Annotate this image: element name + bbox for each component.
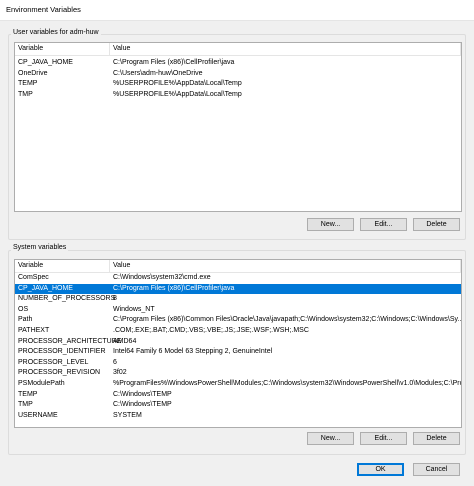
variable-name-cell: ComSpec <box>18 274 49 281</box>
table-row[interactable]: PSModulePath %ProgramFiles%\WindowsPowerS… <box>15 379 461 390</box>
table-row[interactable]: OneDrive C:\Users\adm-huw\OneDrive <box>15 69 461 80</box>
variable-name-cell: PSModulePath <box>18 379 65 387</box>
table-row[interactable]: PROCESSOR_LEVEL 6 <box>15 358 461 369</box>
cancel-button[interactable]: Cancel <box>413 463 460 476</box>
table-row[interactable]: TEMP %USERPROFILE%\AppData\Local\Temp <box>15 79 461 90</box>
system-variables-list[interactable]: Variable Value ComSpec C:\Windows\system3… <box>14 259 462 428</box>
variable-name-cell: PROCESSOR_LEVEL <box>18 358 89 366</box>
variable-name-cell: TMP <box>18 401 33 409</box>
system-edit-button[interactable]: Edit... <box>360 432 407 445</box>
variable-value-cell: Windows_NT <box>113 305 155 313</box>
variable-value-cell: C:\Program Files (x86)\Common Files\Orac… <box>113 316 462 324</box>
table-row[interactable]: PROCESSOR_IDENTIFIER Intel64 Family 6 Mod… <box>15 347 461 358</box>
variable-value-cell: 3f02 <box>113 369 127 377</box>
table-row[interactable]: TEMP C:\Windows\TEMP <box>15 390 461 401</box>
variable-name-cell: CP_JAVA_HOME <box>18 284 73 292</box>
system-value-column-header[interactable]: Value <box>110 260 461 272</box>
variable-value-cell: C:\Program Files (x86)\CellProfiler\java <box>113 284 235 292</box>
user-value-column-header[interactable]: Value <box>110 43 461 55</box>
variable-value-cell: C:\Program Files (x86)\CellProfiler\java <box>113 59 235 66</box>
user-new-button[interactable]: New... <box>307 218 354 231</box>
ok-button[interactable]: OK <box>357 463 404 476</box>
system-variables-label: System variables <box>11 244 69 251</box>
variable-name-cell: TMP <box>18 90 33 98</box>
table-row[interactable]: PROCESSOR_REVISION 3f02 <box>15 368 461 379</box>
variable-name-cell: USERNAME <box>18 411 58 419</box>
variable-name-cell: PROCESSOR_REVISION <box>18 369 101 377</box>
variable-value-cell: SYSTEM <box>113 411 142 419</box>
user-variable-column-header[interactable]: Variable <box>15 43 110 55</box>
user-edit-button[interactable]: Edit... <box>360 218 407 231</box>
table-row[interactable]: CP_JAVA_HOME C:\Program Files (x86)\CellP… <box>15 58 461 69</box>
variable-value-cell: %USERPROFILE%\AppData\Local\Temp <box>113 80 242 88</box>
variable-value-cell: 6 <box>113 358 117 366</box>
table-row[interactable]: OS Windows_NT <box>15 305 461 316</box>
variable-name-cell: OS <box>18 305 29 313</box>
table-row[interactable]: PATHEXT .COM;.EXE;.BAT;.CMD;.VBS;.VBE;.JS… <box>15 326 461 337</box>
variable-name-cell: OneDrive <box>18 69 48 77</box>
variable-name-cell: Path <box>18 316 33 324</box>
table-row[interactable]: NUMBER_OF_PROCESSORS 8 <box>15 294 461 305</box>
variable-name-cell: PROCESSOR_IDENTIFIER <box>18 348 106 356</box>
system-delete-button[interactable]: Delete <box>413 432 460 445</box>
user-rows: CP_JAVA_HOME C:\Program Files (x86)\CellP… <box>15 58 461 100</box>
variable-value-cell: C:\Windows\system32\cmd.exe <box>113 274 211 281</box>
variable-value-cell: %USERPROFILE%\AppData\Local\Temp <box>113 90 242 98</box>
variable-value-cell: Intel64 Family 6 Model 63 Stepping 2, Ge… <box>113 348 273 356</box>
system-rows: ComSpec C:\Windows\system32\cmd.exe CP_JAV… <box>15 273 461 421</box>
variable-value-cell: C:\Windows\TEMP <box>113 401 172 409</box>
variable-name-cell: TEMP <box>18 80 38 88</box>
user-list-header: Variable Value <box>15 43 461 56</box>
variable-value-cell: %ProgramFiles%\WindowsPowerShell\Modules… <box>113 379 462 387</box>
variable-value-cell: .COM;.EXE;.BAT;.CMD;.VBS;.VBE;.JS;.JSE;.… <box>113 326 309 334</box>
variable-value-cell: C:\Users\adm-huw\OneDrive <box>113 69 203 77</box>
variable-value-cell: 8 <box>113 295 117 303</box>
table-row[interactable]: PROCESSOR_ARCHITECTURE AMD64 <box>15 337 461 348</box>
user-variables-label: User variables for adm-huw <box>11 29 101 36</box>
user-variables-list[interactable]: Variable Value CP_JAVA_HOME C:\Program Fi… <box>14 42 462 212</box>
table-row[interactable]: CP_JAVA_HOME C:\Program Files (x86)\CellP… <box>15 283 461 295</box>
variable-name-cell: TEMP <box>18 390 38 398</box>
variable-value-cell: AMD64 <box>113 337 137 345</box>
table-row[interactable]: TMP C:\Windows\TEMP <box>15 400 461 411</box>
table-row[interactable]: USERNAME SYSTEM <box>15 411 461 422</box>
table-row[interactable]: Path C:\Program Files (x86)\Common Files\… <box>15 315 461 326</box>
variable-name-cell: PROCESSOR_ARCHITECTURE <box>18 337 122 345</box>
window-title: Environment Variables <box>6 5 81 14</box>
title-bar: Environment Variables <box>0 0 474 21</box>
variable-name-cell: CP_JAVA_HOME <box>18 59 73 66</box>
variable-name-cell: NUMBER_OF_PROCESSORS <box>18 295 116 303</box>
table-row[interactable]: TMP %USERPROFILE%\AppData\Local\Temp <box>15 90 461 101</box>
variable-value-cell: C:\Windows\TEMP <box>113 390 172 398</box>
system-variable-column-header[interactable]: Variable <box>15 260 110 272</box>
table-row[interactable]: ComSpec C:\Windows\system32\cmd.exe <box>15 273 461 284</box>
user-delete-button[interactable]: Delete <box>413 218 460 231</box>
system-list-header: Variable Value <box>15 260 461 273</box>
system-new-button[interactable]: New... <box>307 432 354 445</box>
variable-name-cell: PATHEXT <box>18 326 50 334</box>
